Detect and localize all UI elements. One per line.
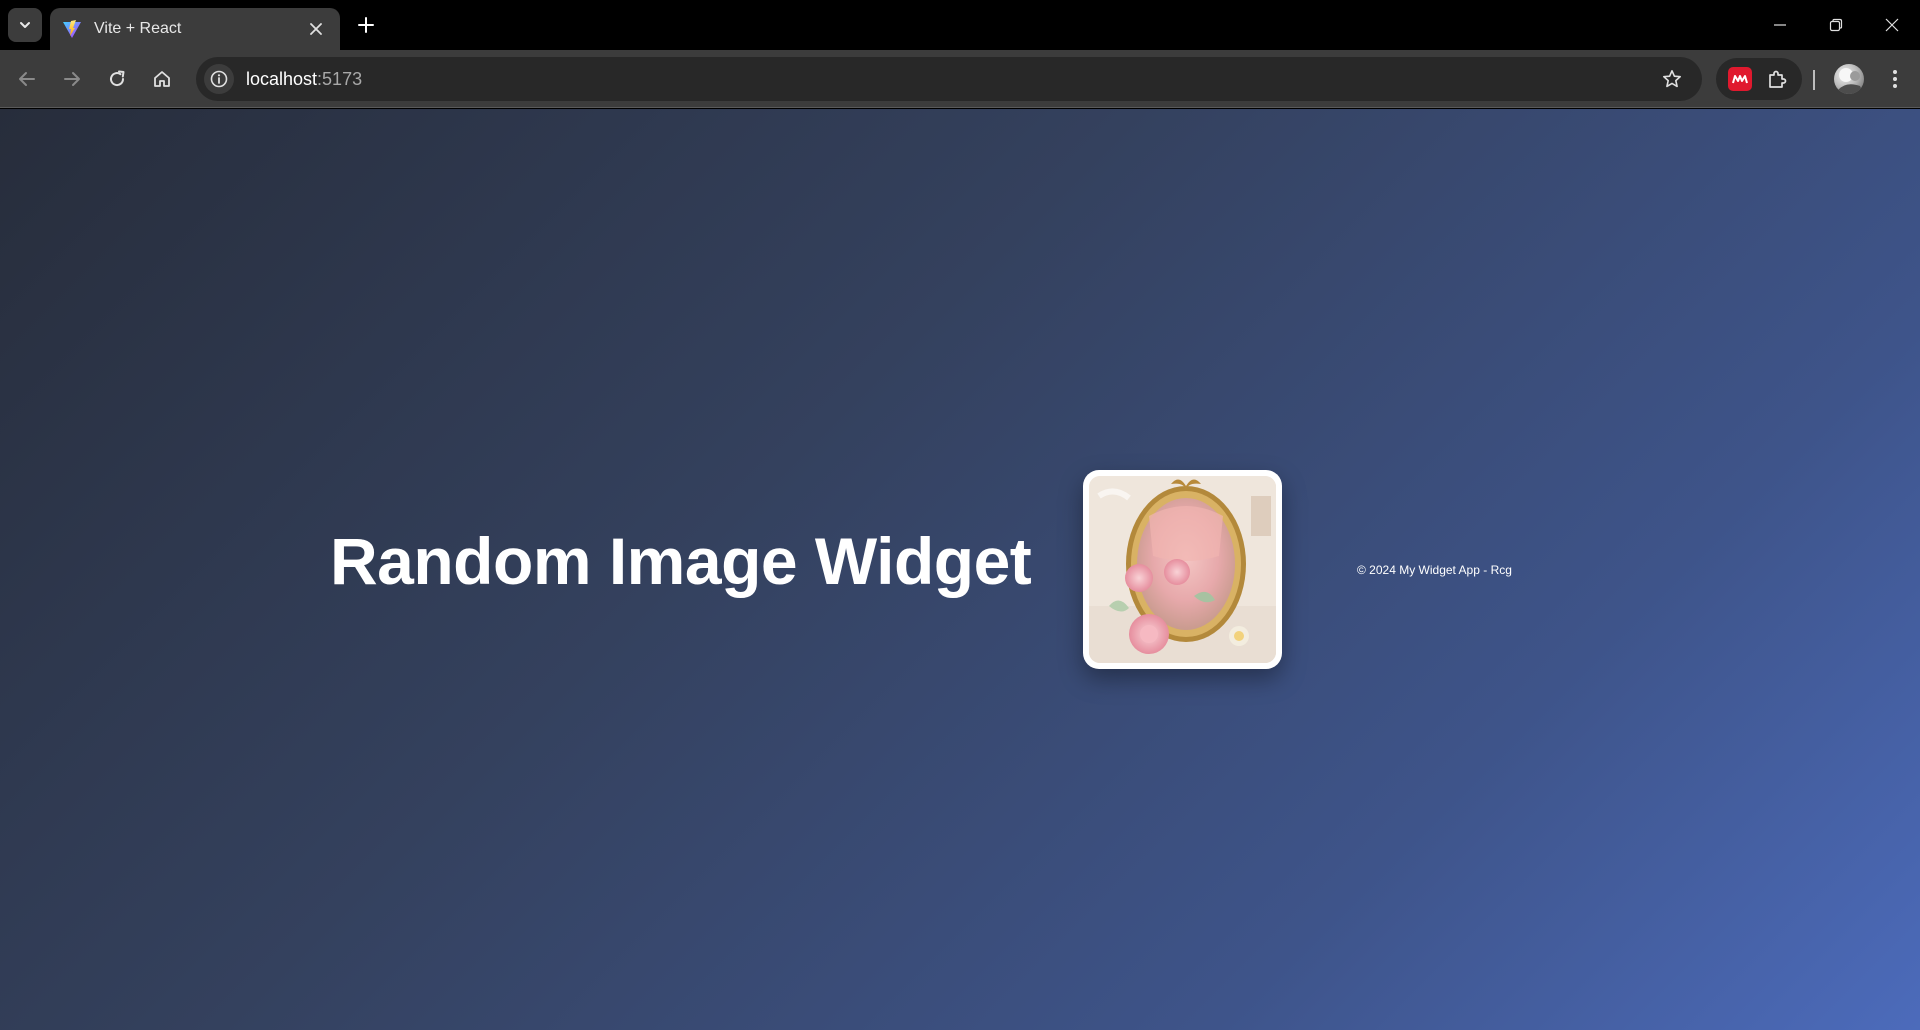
profile-avatar[interactable] — [1834, 64, 1864, 94]
tab-search-button[interactable] — [8, 8, 42, 42]
home-button[interactable] — [145, 62, 179, 96]
plus-icon — [358, 17, 374, 33]
footer-copyright: © 2024 My Widget App - Rcg — [1357, 563, 1512, 577]
vite-logo-icon — [63, 20, 81, 38]
puzzle-icon — [1768, 70, 1786, 88]
random-image-card[interactable] — [1083, 470, 1282, 669]
tab-close-button[interactable] — [304, 17, 328, 41]
browser-tab-active[interactable]: Vite + React — [50, 8, 340, 50]
url-port: :5173 — [317, 68, 363, 89]
random-image — [1089, 476, 1276, 663]
url-host: localhost — [246, 68, 318, 89]
arrow-left-icon — [19, 72, 35, 86]
page-title: Random Image Widget — [330, 524, 1032, 598]
minimize-icon — [1774, 24, 1786, 26]
extensions-button[interactable] — [1763, 65, 1791, 93]
home-icon — [154, 71, 170, 87]
window-titlebar: Vite + React — [0, 0, 1920, 50]
restore-icon — [1829, 18, 1843, 32]
address-bar[interactable]: localhost:5173 — [196, 57, 1702, 101]
more-vertical-icon — [1893, 70, 1897, 88]
extension-mendeley-icon[interactable] — [1727, 67, 1752, 91]
mendeley-logo-icon — [1731, 75, 1748, 84]
close-icon — [310, 23, 322, 35]
avatar-image-icon — [1834, 68, 1864, 94]
url-text[interactable]: localhost:5173 — [246, 69, 1654, 90]
back-button[interactable] — [10, 62, 44, 96]
minimize-button[interactable] — [1752, 0, 1808, 50]
bookmark-button[interactable] — [1654, 61, 1690, 97]
tab-title: Vite + React — [94, 20, 182, 37]
mirror-photo-image — [1089, 476, 1276, 663]
site-info-button[interactable] — [204, 64, 234, 94]
window-controls — [1752, 0, 1920, 50]
page-viewport: Random Image Widget © 2024 My Widget App… — [0, 109, 1920, 1030]
reload-button[interactable] — [100, 62, 134, 96]
restore-button[interactable] — [1808, 0, 1864, 50]
extensions-group — [1716, 58, 1802, 100]
toolbar-divider — [1813, 70, 1815, 90]
browser-menu-button[interactable] — [1878, 62, 1912, 96]
close-window-button[interactable] — [1864, 0, 1920, 50]
chevron-down-icon — [20, 22, 30, 28]
forward-button[interactable] — [55, 62, 89, 96]
star-icon — [1663, 70, 1681, 88]
arrow-right-icon — [64, 72, 80, 86]
new-tab-button[interactable] — [352, 11, 380, 39]
reload-icon — [110, 70, 125, 87]
info-icon — [210, 70, 228, 88]
browser-toolbar: localhost:5173 — [0, 50, 1920, 108]
close-icon — [1885, 18, 1899, 32]
